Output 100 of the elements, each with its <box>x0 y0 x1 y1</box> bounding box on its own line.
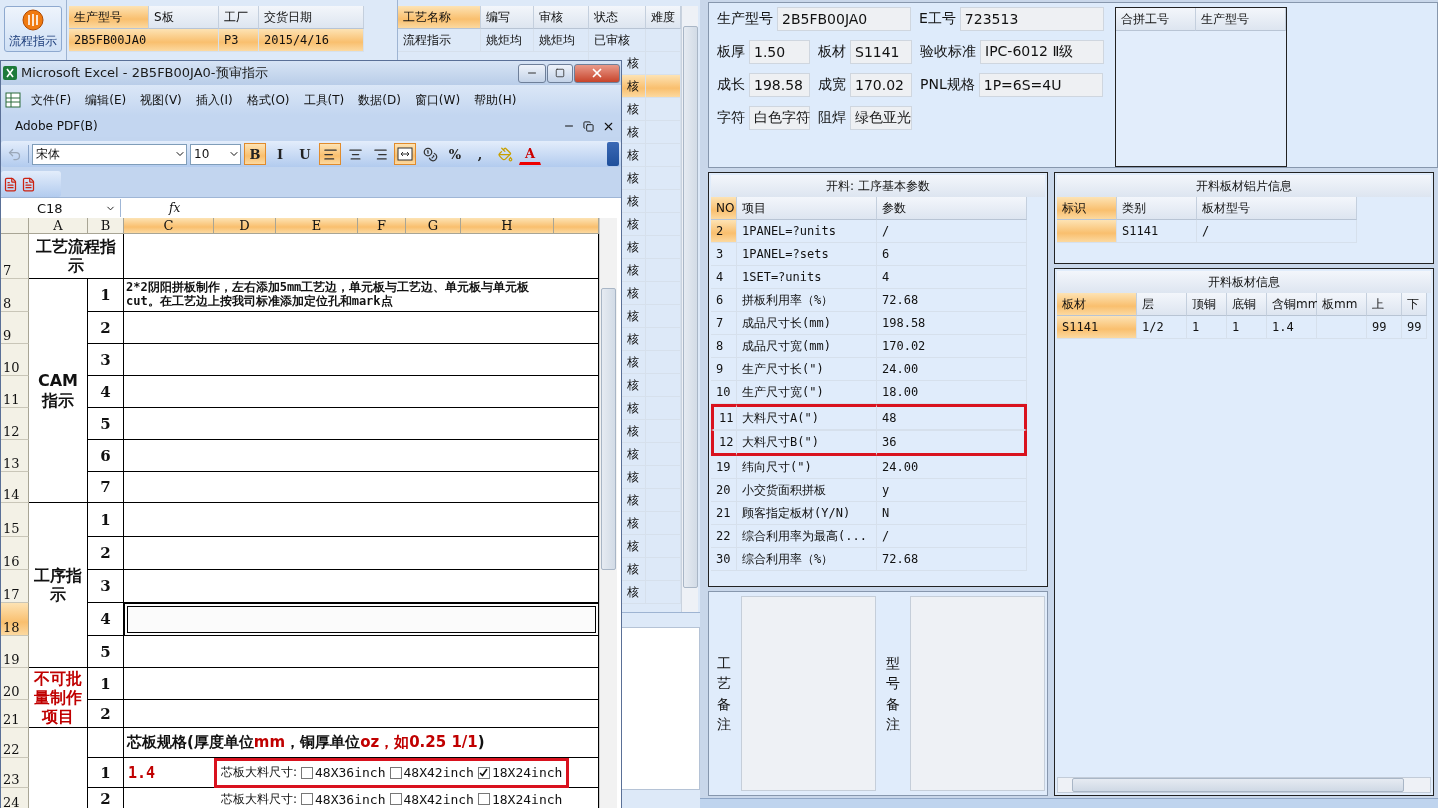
table-cell[interactable] <box>124 472 599 503</box>
name-box[interactable]: C18 <box>1 199 121 217</box>
menu-item[interactable]: 帮助(H) <box>470 91 521 109</box>
column-header[interactable]: 编写 <box>481 6 534 29</box>
column-header[interactable]: F <box>358 218 406 234</box>
column-header[interactable]: G <box>406 218 461 234</box>
table-cell[interactable] <box>124 700 599 728</box>
menu-item[interactable]: 插入(I) <box>191 91 237 109</box>
row-header[interactable]: 22 <box>1 728 29 758</box>
row-header[interactable]: 10 <box>1 344 29 376</box>
column-header[interactable]: D <box>214 218 276 234</box>
align-left-button[interactable] <box>319 143 341 165</box>
checkbox[interactable] <box>477 793 490 805</box>
column-header[interactable]: 生产型号 <box>1196 8 1286 31</box>
toolbar-grip[interactable] <box>607 142 619 166</box>
row-header[interactable]: 12 <box>1 408 29 440</box>
column-header[interactable]: 参数 <box>877 197 1027 220</box>
field-value[interactable]: 723513 <box>959 7 1104 31</box>
remark-field[interactable] <box>910 596 1045 791</box>
column-header[interactable]: 审核 <box>534 6 589 29</box>
column-header[interactable]: C <box>124 218 214 234</box>
row-header[interactable]: 19 <box>1 636 29 668</box>
table-cell[interactable] <box>124 603 599 636</box>
minimize-button[interactable] <box>518 63 546 83</box>
field-value[interactable]: IPC-6012 Ⅱ级 <box>980 40 1104 64</box>
format-button[interactable]: I <box>269 143 291 165</box>
scrollbar[interactable] <box>599 218 617 808</box>
column-header[interactable]: NO <box>711 197 737 220</box>
merge-button[interactable] <box>394 143 416 165</box>
row-header[interactable]: 15 <box>1 503 29 537</box>
scrollbar[interactable] <box>1057 777 1431 793</box>
column-header[interactable]: 类别 <box>1117 197 1197 220</box>
table-cell[interactable] <box>124 344 599 376</box>
field-value[interactable]: 170.02 <box>850 73 912 97</box>
table-cell[interactable] <box>124 636 599 668</box>
row-header[interactable]: 14 <box>1 472 29 503</box>
table-cell[interactable] <box>124 408 599 440</box>
remark-field[interactable] <box>741 596 876 791</box>
field-value[interactable]: 绿色亚光 <box>850 106 912 130</box>
column-header[interactable]: 项目 <box>737 197 877 220</box>
pdf-icon[interactable] <box>3 176 18 192</box>
field-value[interactable]: 1P=6S=4U <box>978 73 1103 97</box>
table-cell[interactable] <box>124 668 599 700</box>
column-header[interactable]: 标识 <box>1057 197 1117 220</box>
font-field[interactable]: 宋体 <box>32 143 187 165</box>
format-button[interactable]: U <box>294 143 316 165</box>
restore-icon[interactable] <box>583 120 594 132</box>
field-value[interactable]: 1.50 <box>749 40 810 64</box>
column-header[interactable]: 工厂 <box>219 6 259 29</box>
menu-item[interactable]: Adobe PDF(B) <box>11 119 102 133</box>
field-value[interactable]: 白色字符 <box>749 106 810 130</box>
instruction-text[interactable]: 2*2阴阳拼板制作，左右添加5mm工艺边，单元板与工艺边、单元板与单元板 cut。在工艺边上按我司标准添加定位孔和mark点 <box>124 279 599 312</box>
column-header[interactable]: 合拼工号 <box>1116 8 1196 31</box>
font-size-field[interactable]: 10 <box>190 143 241 165</box>
font-color-button[interactable]: A <box>519 143 541 165</box>
column-header[interactable]: 板材型号 <box>1197 197 1357 220</box>
field-value[interactable]: 198.58 <box>749 73 810 97</box>
menu-item[interactable]: 窗口(W) <box>410 91 465 109</box>
row-header[interactable]: 20 <box>1 668 29 700</box>
column-header[interactable]: 顶铜 <box>1187 293 1227 316</box>
checkbox[interactable] <box>301 766 314 779</box>
row-header[interactable]: 18 <box>1 603 29 636</box>
column-header[interactable]: 板mm <box>1317 293 1367 316</box>
column-header[interactable]: 难度 <box>646 6 681 29</box>
column-header[interactable]: 上 <box>1367 293 1402 316</box>
close-button[interactable] <box>574 63 620 83</box>
row-header[interactable]: 23 <box>1 758 29 788</box>
menu-item[interactable]: 工具(T) <box>299 91 349 109</box>
menu-item[interactable]: 编辑(E) <box>81 91 131 109</box>
maximize-button[interactable] <box>547 63 573 83</box>
menu-item[interactable]: 视图(V) <box>136 91 186 109</box>
column-header[interactable]: S板 <box>149 6 219 29</box>
format-button[interactable]: B <box>244 143 266 165</box>
column-header[interactable]: 底铜 <box>1227 293 1267 316</box>
checkbox[interactable] <box>477 766 490 779</box>
table-cell[interactable] <box>124 440 599 472</box>
column-header[interactable]: 生产型号 <box>69 6 149 29</box>
flow-button[interactable]: 流程指示 <box>4 6 62 52</box>
row-header[interactable]: 11 <box>1 376 29 408</box>
table-cell[interactable] <box>124 537 599 570</box>
row-header[interactable]: 7 <box>1 234 29 279</box>
column-header[interactable]: A <box>29 218 88 234</box>
format-button[interactable]: % <box>444 143 466 165</box>
table-cell[interactable] <box>124 376 599 408</box>
column-header[interactable]: 工艺名称 <box>398 6 481 29</box>
field-value[interactable]: S1141 <box>850 40 912 64</box>
column-header[interactable]: B <box>88 218 124 234</box>
column-header[interactable]: 板材 <box>1057 293 1137 316</box>
checkbox[interactable] <box>389 766 402 779</box>
row-header[interactable]: 17 <box>1 570 29 603</box>
row-header[interactable]: 9 <box>1 312 29 344</box>
column-header[interactable]: 层 <box>1137 293 1187 316</box>
checkbox[interactable] <box>389 793 402 805</box>
scrollbar-thumb[interactable] <box>601 288 616 570</box>
row-header[interactable]: 8 <box>1 279 29 312</box>
scrollbar-thumb[interactable] <box>1072 778 1404 792</box>
menu-item[interactable]: 格式(O) <box>242 91 294 109</box>
format-button[interactable]: , <box>469 143 491 165</box>
table-cell[interactable] <box>124 503 599 537</box>
column-header[interactable]: H <box>461 218 554 234</box>
